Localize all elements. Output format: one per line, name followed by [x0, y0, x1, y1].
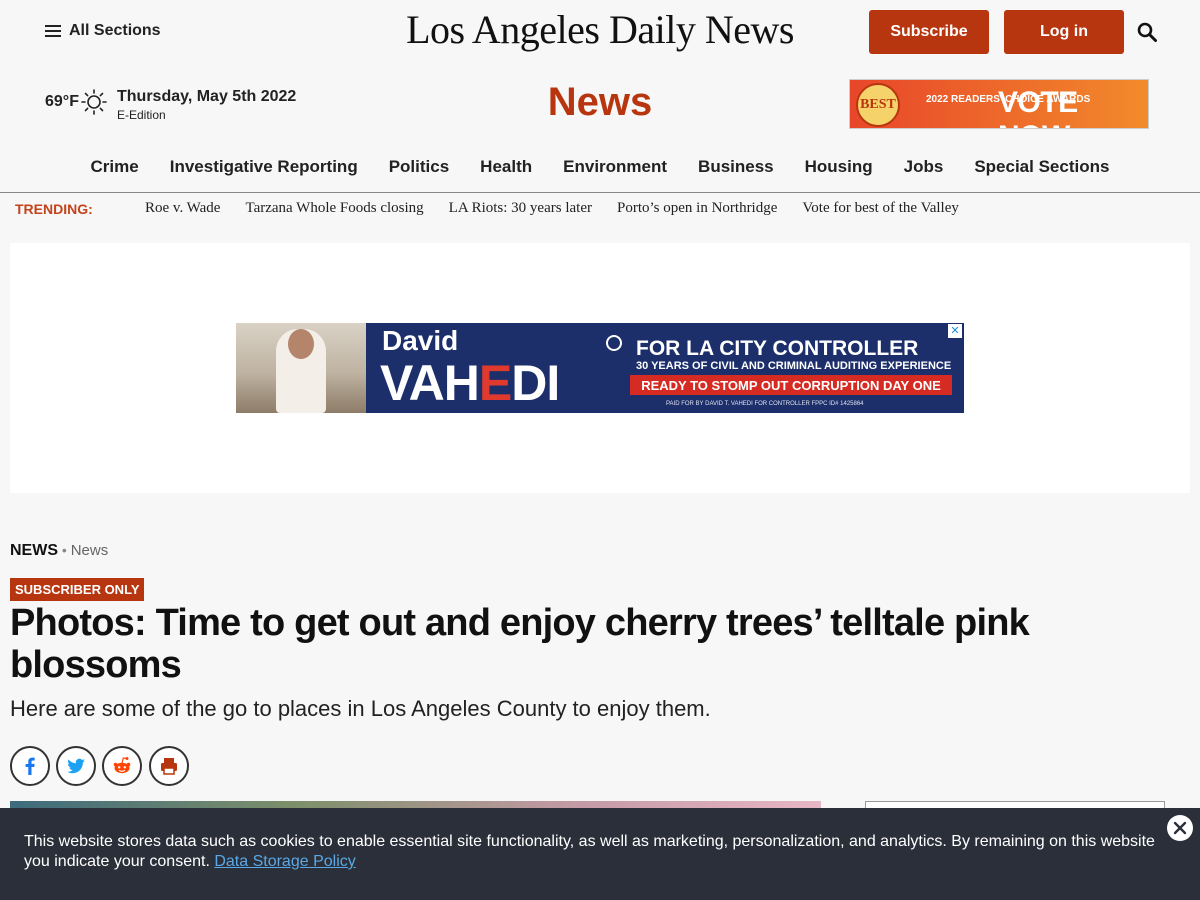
nav-item-investigative-reporting[interactable]: Investigative Reporting — [170, 157, 358, 177]
banner-first-name: David — [382, 325, 459, 356]
nav-item-jobs[interactable]: Jobs — [904, 157, 944, 177]
twitter-icon — [67, 758, 85, 774]
search-icon[interactable] — [1137, 22, 1157, 42]
data-storage-policy-link[interactable]: Data Storage Policy — [214, 853, 355, 870]
breadcrumb: NEWS • News — [10, 542, 108, 560]
banner-last-name-b: E — [478, 355, 512, 411]
breadcrumb-separator: • — [58, 542, 71, 558]
banner-subline: 30 YEARS OF CIVIL AND CRIMINAL AUDITING … — [636, 360, 952, 372]
cookie-notice-text: This website stores data such as cookies… — [24, 833, 1155, 870]
subscriber-only-badge: SUBSCRIBER ONLY — [10, 578, 145, 601]
article-dek: Here are some of the go to places in Los… — [10, 696, 711, 721]
best-badge: BEST — [856, 83, 900, 127]
login-button[interactable]: Log in — [1004, 10, 1124, 54]
subscribe-button[interactable]: Subscribe — [869, 10, 989, 54]
main-nav: Crime Investigative Reporting Politics H… — [0, 157, 1200, 177]
nav-item-health[interactable]: Health — [480, 157, 532, 177]
share-reddit-button[interactable] — [102, 746, 142, 786]
nav-item-politics[interactable]: Politics — [389, 157, 449, 177]
banner-last-name-a: VAH — [380, 355, 480, 411]
breadcrumb-section[interactable]: NEWS — [10, 542, 58, 559]
banner-paid-for: PAID FOR BY DAVID T. VAHEDI FOR CONTROLL… — [666, 401, 864, 407]
nav-item-environment[interactable]: Environment — [563, 157, 667, 177]
banner-last-name: VAHEDI — [380, 355, 560, 411]
target-icon — [606, 335, 622, 351]
close-icon — [1173, 821, 1187, 835]
cookie-banner: This website stores data such as cookies… — [0, 808, 1200, 900]
trending-link[interactable]: Tarzana Whole Foods closing — [245, 200, 423, 217]
ad-close-icon[interactable]: ✕ — [948, 324, 962, 338]
share-facebook-button[interactable] — [10, 746, 50, 786]
site-header: All Sections Los Angeles Daily News Subs… — [0, 0, 1200, 64]
trending-link[interactable]: LA Riots: 30 years later — [449, 200, 592, 217]
trending-link[interactable]: Porto’s open in Northridge — [617, 200, 777, 217]
share-twitter-button[interactable] — [56, 746, 96, 786]
article-headline: Photos: Time to get out and enjoy cherry… — [10, 602, 1030, 686]
trending-links: Roe v. Wade Tarzana Whole Foods closing … — [145, 200, 959, 217]
vote-now-ad[interactable]: BEST 2022 READERS' CHOICE AWARDS VOTE NO… — [849, 79, 1149, 129]
cookie-notice: This website stores data such as cookies… — [24, 832, 1164, 872]
nav-item-housing[interactable]: Housing — [805, 157, 873, 177]
vahedi-banner-ad[interactable]: David VAHEDI FOR LA CITY CONTROLLER 30 Y… — [236, 323, 964, 413]
cookie-close-button[interactable] — [1167, 815, 1193, 841]
nav-item-business[interactable]: Business — [698, 157, 774, 177]
facebook-icon — [25, 757, 35, 775]
nav-item-crime[interactable]: Crime — [91, 157, 139, 177]
print-icon — [161, 758, 177, 775]
trending-link[interactable]: Roe v. Wade — [145, 200, 220, 217]
reddit-icon — [113, 757, 131, 774]
print-button[interactable] — [149, 746, 189, 786]
vote-now-text: VOTE NOW — [998, 86, 1078, 128]
candidate-face — [288, 329, 314, 359]
trending-label: TRENDING: — [15, 201, 93, 217]
candidate-photo — [236, 323, 366, 413]
trending-link[interactable]: Vote for best of the Valley — [802, 200, 959, 217]
banner-last-name-c: DI — [511, 355, 560, 411]
nav-item-special-sections[interactable]: Special Sections — [974, 157, 1109, 177]
breadcrumb-subsection[interactable]: News — [71, 542, 109, 559]
banner-headline: FOR LA CITY CONTROLLER — [636, 337, 919, 360]
banner-cta: READY TO STOMP OUT CORRUPTION DAY ONE — [630, 375, 952, 395]
nav-divider — [0, 192, 1200, 193]
